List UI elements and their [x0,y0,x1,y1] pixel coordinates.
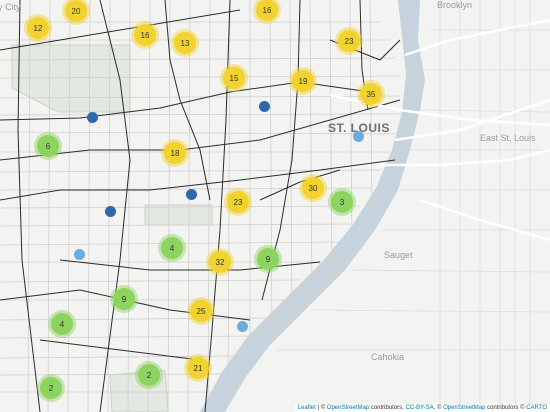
cluster-count: 23 [344,36,354,46]
attribution-text: contributors © [485,405,527,411]
point-marker[interactable] [105,206,116,217]
cluster-marker[interactable]: 12 [27,17,49,39]
cluster-count: 16 [262,5,272,15]
osm-link-2[interactable]: OpenStreetMap [443,405,485,411]
basemap [0,0,550,412]
cluster-marker[interactable]: 16 [134,24,156,46]
cluster-count: 25 [196,306,206,316]
cluster-count: 23 [233,197,243,207]
osm-link[interactable]: OpenStreetMap [327,405,369,411]
cluster-count: 30 [308,183,318,193]
cluster-count: 4 [169,243,175,253]
carto-link[interactable]: CARTO [526,405,547,411]
cluster-count: 4 [59,319,65,329]
attribution-text: | © [315,405,327,411]
cluster-marker[interactable]: 20 [65,0,87,22]
cluster-marker[interactable]: 30 [302,177,324,199]
place-label-cahokia: Cahokia [371,352,405,362]
cluster-marker[interactable]: 2 [138,364,160,386]
cluster-count: 19 [298,76,308,86]
cluster-count: 12 [33,23,43,33]
cluster-count: 18 [170,148,180,158]
cluster-marker[interactable]: 32 [209,251,231,273]
cluster-count: 15 [229,73,239,83]
point-marker[interactable] [237,321,248,332]
cluster-marker[interactable]: 13 [174,32,196,54]
cluster-marker[interactable]: 15 [223,67,245,89]
cluster-marker[interactable]: 16 [256,0,278,21]
cluster-count: 9 [121,294,127,304]
cluster-marker[interactable]: 19 [292,70,314,92]
cluster-marker[interactable]: 2 [40,377,62,399]
cluster-marker[interactable]: 21 [187,357,209,379]
cluster-count: 21 [193,363,203,373]
cluster-marker[interactable]: 6 [37,135,59,157]
point-marker[interactable] [74,249,85,260]
cluster-marker[interactable]: 9 [113,288,135,310]
cluster-count: 2 [146,370,152,380]
point-marker[interactable] [186,189,197,200]
cluster-count: 3 [339,197,345,207]
map-canvas[interactable]: y City Brooklyn ST. LOUIS East St. Louis… [0,0,550,412]
cluster-marker[interactable]: 35 [360,83,382,105]
place-label-brooklyn: Brooklyn [437,0,473,10]
cluster-marker[interactable]: 23 [227,191,249,213]
cluster-marker[interactable]: 3 [331,191,353,213]
cluster-count: 20 [71,6,81,16]
cluster-marker[interactable]: 4 [161,237,183,259]
attribution-text: , © [433,405,444,411]
cluster-marker[interactable]: 9 [257,248,279,270]
cluster-count: 32 [215,257,225,267]
cluster-count: 16 [140,30,150,40]
cluster-marker[interactable]: 4 [51,313,73,335]
map-attribution: Leaflet | © OpenStreetMap contributors, … [294,404,550,412]
place-label-sauget: Sauget [384,250,413,260]
license-link[interactable]: CC-BY-SA [406,405,434,411]
cluster-marker[interactable]: 18 [164,142,186,164]
place-label-east-st-louis: East St. Louis [480,133,536,143]
attribution-text: contributors, [369,405,406,411]
point-marker[interactable] [259,101,270,112]
park-area [144,204,213,226]
place-label-city-partial: y City [0,2,21,12]
leaflet-link[interactable]: Leaflet [298,405,316,411]
point-marker[interactable] [353,131,364,142]
cluster-count: 35 [366,89,376,99]
cluster-marker[interactable]: 25 [190,300,212,322]
cluster-count: 2 [48,383,54,393]
cluster-count: 13 [180,38,190,48]
cluster-count: 6 [45,141,51,151]
point-marker[interactable] [87,112,98,123]
cluster-count: 9 [265,254,271,264]
cluster-marker[interactable]: 23 [338,30,360,52]
